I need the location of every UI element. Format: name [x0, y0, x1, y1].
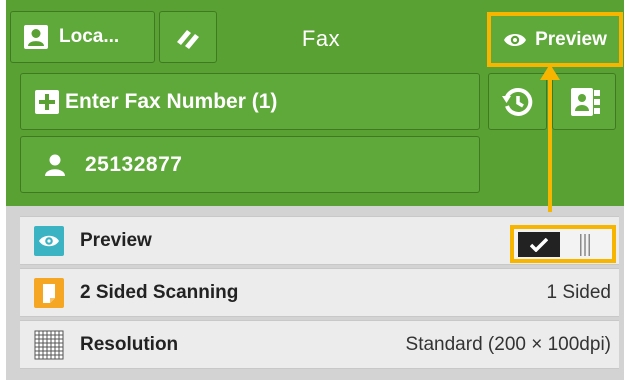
settings-list: Preview 2 Sided Scanning 1 Sided Resolut…	[6, 206, 624, 380]
preview-button-label: Preview	[535, 28, 607, 50]
setting-value: 1 Sided	[546, 281, 611, 303]
setting-value: Standard (200 × 100dpi)	[405, 333, 611, 355]
setting-label: Resolution	[80, 333, 179, 355]
setting-label: 2 Sided Scanning	[80, 281, 239, 303]
fax-header: Loca... Fax Preview Enter Fax Number (1)…	[6, 0, 624, 206]
tools-button[interactable]	[159, 11, 217, 63]
address-book-button[interactable]	[552, 73, 616, 130]
enter-fax-number-label: Enter Fax Number (1)	[65, 89, 278, 113]
settings-row-resolution[interactable]: Resolution Standard (200 × 100dpi)	[20, 320, 619, 369]
eye-icon	[503, 31, 527, 49]
two-sided-scan-icon	[34, 277, 64, 308]
settings-row-2-sided-scanning[interactable]: 2 Sided Scanning 1 Sided	[20, 268, 619, 317]
recipient-entry[interactable]: 25132877	[20, 136, 480, 193]
settings-row-preview[interactable]: Preview	[20, 216, 619, 265]
checkmark-icon	[518, 232, 560, 257]
history-button[interactable]	[488, 73, 547, 130]
page-title: Fax	[301, 26, 341, 51]
person-icon	[43, 153, 67, 177]
user-button-label: Loca...	[59, 26, 120, 47]
preview-button[interactable]: Preview	[487, 12, 623, 67]
enter-fax-number-button[interactable]: Enter Fax Number (1)	[20, 73, 480, 130]
plus-icon	[35, 89, 59, 114]
user-button[interactable]: Loca...	[10, 11, 155, 63]
setting-label: Preview	[80, 229, 152, 251]
user-icon	[23, 24, 49, 50]
double-slash-icon	[173, 22, 203, 52]
history-icon	[501, 86, 534, 118]
address-book-icon	[567, 86, 601, 118]
off-lines-icon	[562, 232, 608, 257]
eye-icon	[34, 225, 64, 256]
preview-toggle[interactable]	[510, 225, 616, 263]
resolution-grid-icon	[34, 330, 64, 360]
recipient-fax-number: 25132877	[85, 152, 183, 176]
